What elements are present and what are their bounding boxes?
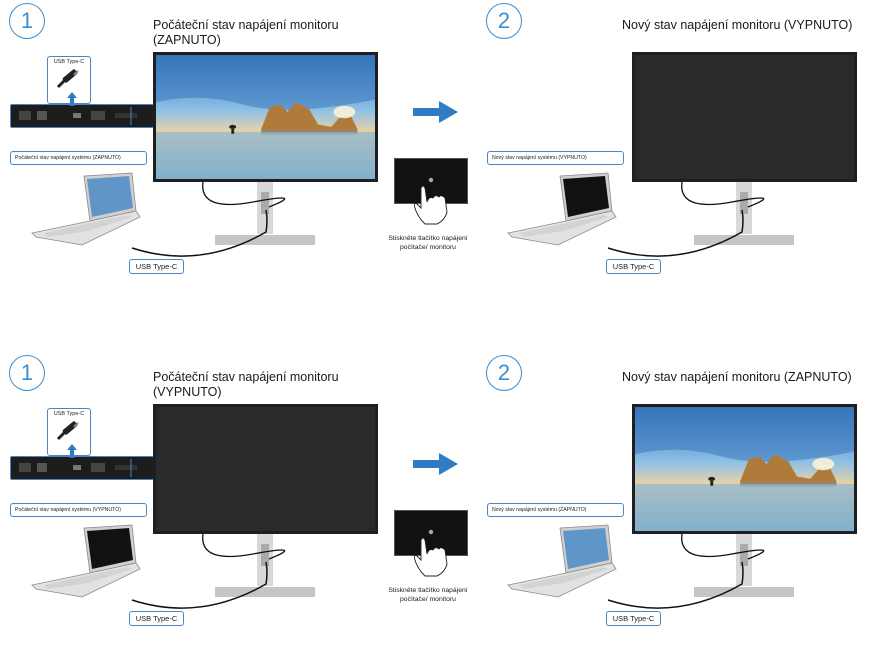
initial-system-state-callout: Počáteční stav napájení systému (VYPNUTO… (10, 503, 147, 517)
usb-cable (131, 561, 268, 609)
initial-monitor-state-title: Počáteční stav napájení monitoru (ZAPNUT… (153, 18, 339, 47)
port-icons (19, 107, 137, 125)
row-top: 1 Počáteční stav napájení monitoru (ZAPN… (0, 0, 870, 313)
monitor-2-screen (635, 55, 854, 179)
usb-type-c-label-1: USB Type-C (129, 611, 184, 626)
initial-system-state-callout: Počáteční stav napájení systému (ZAPNUTO… (10, 151, 147, 165)
step-1-circle: 1 (9, 3, 45, 39)
docking-port-panel (10, 104, 154, 128)
pressing-hand-icon (413, 537, 448, 577)
new-monitor-state-title: Nový stav napájení monitoru (VYPNUTO) (622, 18, 853, 32)
new-monitor-state-title: Nový stav napájení monitoru (ZAPNUTO) (622, 370, 852, 384)
press-power-button-text: Stiskněte tlačítko napájení počítače/ mo… (388, 587, 468, 603)
port-icons (19, 459, 137, 477)
pressing-hand-icon (413, 185, 448, 225)
new-system-state-callout: Nový stav napájení systému (VYPNUTO) (487, 151, 624, 165)
usb-cable (607, 561, 744, 609)
monitor-2-screen (635, 407, 854, 531)
usb-type-c-label-2: USB Type-C (606, 611, 661, 626)
usb-type-c-label-1: USB Type-C (129, 259, 184, 274)
up-arrow-icon (67, 444, 77, 458)
step-2-circle: 2 (486, 355, 522, 391)
step-2-circle: 2 (486, 3, 522, 39)
right-arrow-icon (413, 453, 458, 475)
usb-cable (607, 209, 744, 257)
monitor-1-screen (156, 55, 375, 179)
usb-type-c-label-2: USB Type-C (606, 259, 661, 274)
new-system-state-callout: Nový stav napájení systému (ZAPNUTO) (487, 503, 624, 517)
docking-port-panel (10, 456, 154, 480)
row-bottom: 1 Počáteční stav napájení monitoru (VYPN… (0, 352, 870, 665)
right-arrow-icon (413, 101, 458, 123)
usb-cable (131, 209, 268, 257)
press-power-button-text: Stiskněte tlačítko napájení počítače/ mo… (388, 235, 468, 251)
initial-monitor-state-title: Počáteční stav napájení monitoru (VYPNUT… (153, 370, 339, 399)
monitor-1-screen (156, 407, 375, 531)
up-arrow-icon (67, 92, 77, 106)
step-1-circle: 1 (9, 355, 45, 391)
